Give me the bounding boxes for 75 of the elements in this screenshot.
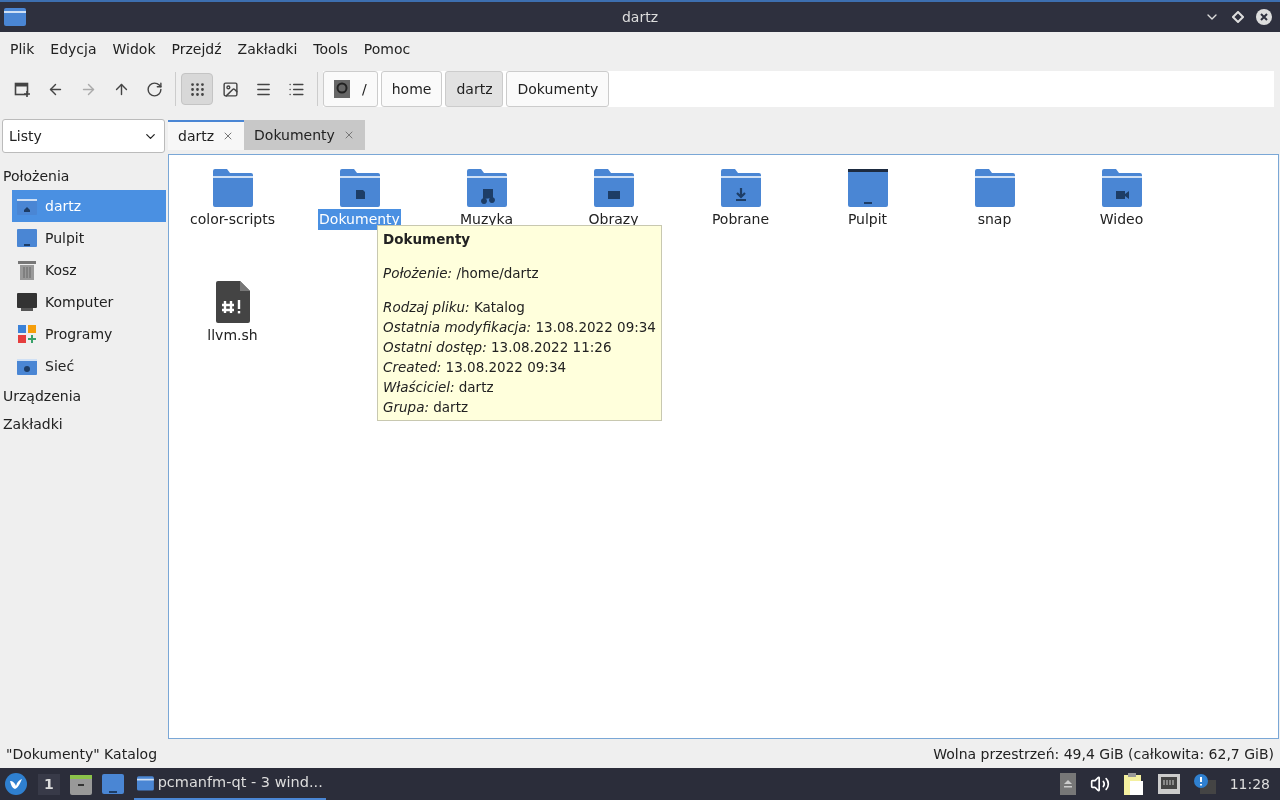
reload-icon bbox=[145, 80, 163, 98]
image-icon bbox=[221, 80, 239, 98]
desktop-icon[interactable] bbox=[101, 774, 124, 794]
folder-app-icon bbox=[4, 8, 26, 26]
sidebar-item[interactable]: Kosz bbox=[12, 254, 166, 286]
menu-item[interactable]: Pomoc bbox=[355, 38, 419, 60]
close-icon[interactable] bbox=[1256, 9, 1272, 25]
network-folder-icon bbox=[17, 357, 37, 375]
clock: 11:28 bbox=[1229, 774, 1270, 794]
tooltip-line: Ostatnia modyfikacja: 13.08.2022 09:34 bbox=[383, 318, 656, 337]
tab[interactable]: Dokumenty bbox=[244, 120, 365, 150]
image-folder-icon bbox=[593, 169, 634, 207]
music-folder-icon bbox=[466, 169, 507, 207]
desktop-folder-icon bbox=[847, 169, 888, 207]
apps-icon bbox=[18, 325, 36, 343]
file-name[interactable]: Pobrane bbox=[710, 209, 771, 230]
trash-icon bbox=[18, 260, 36, 280]
sidebar-item[interactable]: Pulpit bbox=[12, 222, 166, 254]
monitor-icon bbox=[17, 293, 37, 311]
home-folder-icon bbox=[17, 197, 37, 215]
window-title: dartz bbox=[621, 7, 659, 27]
tooltip-line: Rodzaj pliku: Katalog bbox=[383, 298, 526, 317]
folder-icon bbox=[212, 169, 253, 207]
tooltip-line: Created: 13.08.2022 09:34 bbox=[383, 358, 568, 377]
file-name[interactable]: Wideo bbox=[1098, 209, 1145, 230]
sidebar-item[interactable]: Programy bbox=[12, 318, 166, 350]
file-name[interactable]: color-scripts bbox=[189, 209, 276, 230]
menu-item[interactable]: Plik bbox=[2, 38, 43, 60]
tooltip-line: Położenie: /home/dartz bbox=[383, 264, 540, 283]
maximize-icon[interactable] bbox=[1232, 11, 1244, 23]
tab[interactable]: dartz bbox=[168, 120, 245, 150]
folder-icon bbox=[974, 169, 1015, 207]
menu-item[interactable]: Przejdź bbox=[163, 38, 230, 60]
tooltip-title: Dokumenty bbox=[383, 230, 472, 249]
task-button[interactable]: pcmanfm-qt - 3 wind... bbox=[133, 768, 326, 800]
grid-icon bbox=[188, 80, 206, 98]
start-menu-icon[interactable] bbox=[4, 772, 28, 796]
folder-icon bbox=[136, 774, 154, 792]
sidebar-item[interactable]: Sieć bbox=[12, 350, 166, 382]
path-button[interactable]: dartz bbox=[445, 71, 504, 107]
menu-item[interactable]: Widok bbox=[104, 38, 164, 60]
path-button[interactable]: home bbox=[380, 71, 443, 107]
status-text: "Dokumenty" Katalog bbox=[6, 744, 158, 764]
tooltip-line: Grupa: dartz bbox=[383, 398, 470, 417]
side-pane-dropdown[interactable]: Listy bbox=[2, 119, 165, 153]
network-icon[interactable] bbox=[1157, 774, 1180, 794]
download-folder-icon bbox=[720, 169, 761, 207]
document-folder-icon bbox=[339, 169, 380, 207]
desktop-icon bbox=[17, 229, 37, 247]
file-name[interactable]: llvm.sh bbox=[206, 325, 259, 346]
volume-icon[interactable] bbox=[1089, 774, 1110, 794]
free-space-text: Wolna przestrzeń: 49,4 GiB (całkowita: 62,7 GiB) bbox=[933, 744, 1274, 764]
video-folder-icon bbox=[1101, 169, 1142, 207]
file-name[interactable]: snap bbox=[976, 209, 1013, 230]
sidebar-item[interactable]: Komputer bbox=[12, 286, 166, 318]
menu-item[interactable]: Tools bbox=[305, 38, 356, 60]
menu-item[interactable]: Edycja bbox=[42, 38, 105, 60]
script-file-icon bbox=[215, 281, 250, 323]
file-cabinet-icon[interactable] bbox=[69, 773, 92, 795]
path-button[interactable]: / bbox=[323, 71, 378, 107]
drive-icon bbox=[334, 80, 350, 98]
eject-icon[interactable] bbox=[1059, 773, 1076, 795]
path-button[interactable]: Dokumenty bbox=[506, 71, 610, 107]
new-window-icon bbox=[13, 80, 31, 98]
notification-icon[interactable] bbox=[1193, 774, 1216, 794]
tooltip-line: Ostatni dostęp: 13.08.2022 11:26 bbox=[383, 338, 613, 357]
clipboard-icon[interactable] bbox=[1123, 773, 1144, 795]
desktop-switcher[interactable]: 1 bbox=[38, 773, 60, 795]
tooltip-line: Właściciel: dartz bbox=[383, 378, 495, 397]
sidebar-heading[interactable]: Położenia bbox=[0, 162, 168, 190]
menu-item[interactable]: Zakładki bbox=[229, 38, 306, 60]
file-name[interactable]: Pulpit bbox=[846, 209, 889, 230]
sidebar-heading[interactable]: Zakładki bbox=[0, 410, 168, 438]
view-button[interactable] bbox=[181, 73, 213, 105]
sidebar-heading[interactable]: Urządzenia bbox=[0, 382, 168, 410]
